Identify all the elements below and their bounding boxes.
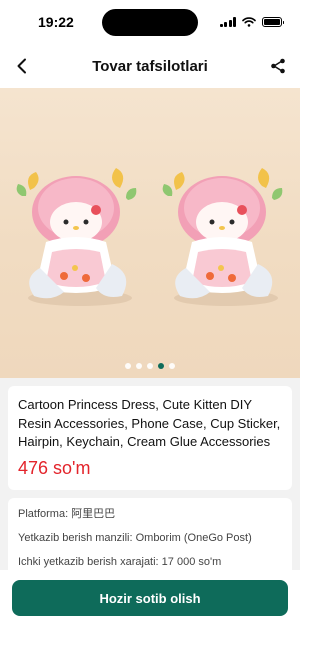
product-image-gallery[interactable] bbox=[0, 88, 300, 378]
wifi-icon bbox=[242, 17, 256, 27]
nav-header: Tovar tafsilotlari bbox=[0, 46, 300, 86]
product-title-card: Cartoon Princess Dress, Cute Kitten DIY … bbox=[8, 386, 292, 490]
chevron-left-icon bbox=[17, 58, 26, 74]
dynamic-island bbox=[102, 9, 198, 36]
battery-icon bbox=[262, 17, 284, 27]
back-button[interactable] bbox=[10, 54, 34, 78]
gallery-dot-active[interactable] bbox=[158, 363, 164, 369]
buy-now-button[interactable]: Hozir sotib olish bbox=[12, 580, 288, 616]
status-icons bbox=[219, 17, 284, 27]
gallery-pagination bbox=[0, 363, 300, 369]
share-icon bbox=[271, 58, 285, 74]
share-button[interactable] bbox=[266, 54, 290, 78]
gallery-dot[interactable] bbox=[125, 363, 131, 369]
domestic-shipping-info: Ichki yetkazib berish xarajati: 17 000 s… bbox=[18, 555, 222, 568]
page-title: Tovar tafsilotlari bbox=[92, 57, 208, 75]
product-title: Cartoon Princess Dress, Cute Kitten DIY … bbox=[18, 397, 281, 449]
gallery-dot[interactable] bbox=[136, 363, 142, 369]
gallery-dot[interactable] bbox=[169, 363, 175, 369]
bottom-action-bar: Hozir sotib olish bbox=[0, 570, 300, 650]
delivery-address-info: Yetkazib berish manzili: Omborim (OneGo … bbox=[18, 531, 252, 544]
content-scroll[interactable]: Cartoon Princess Dress, Cute Kitten DIY … bbox=[0, 88, 300, 570]
status-time: 19:22 bbox=[38, 14, 74, 30]
platform-info: Platforma: 阿里巴巴 bbox=[18, 507, 116, 520]
signal-icon bbox=[219, 17, 236, 27]
product-image-charm-right bbox=[162, 168, 283, 306]
product-info-card: Platforma: 阿里巴巴 Yetkazib berish manzili:… bbox=[8, 497, 292, 570]
gallery-dot[interactable] bbox=[147, 363, 153, 369]
product-image-charm-left bbox=[16, 168, 137, 306]
product-price: 476 so'm bbox=[18, 457, 91, 478]
